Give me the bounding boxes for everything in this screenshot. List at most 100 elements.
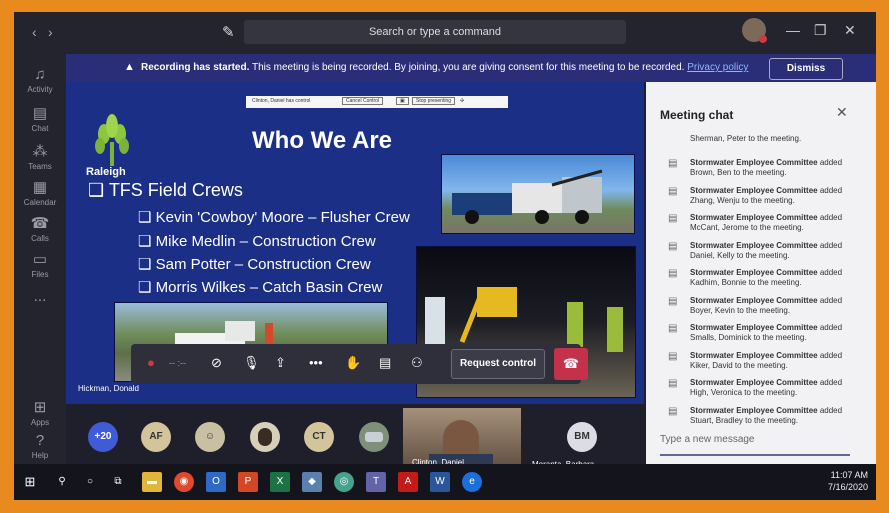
rail-item-teams[interactable]: ⁂ Teams (14, 142, 66, 171)
avatar[interactable] (250, 422, 280, 452)
maximize-icon[interactable]: ❐ (814, 22, 827, 39)
task-view-icon[interactable]: ⧉ (108, 472, 128, 492)
close-chat-icon[interactable]: ✕ (836, 104, 848, 121)
chat-name: Stuart, Bradley (690, 415, 743, 425)
crew-item: ❑ Morris Wilkes – Catch Basin Crew (138, 279, 383, 296)
chat-verb: added (817, 240, 843, 250)
chat-suffix: to the meeting. (732, 360, 788, 370)
record-icon[interactable]: ● (147, 355, 155, 370)
hang-up-button[interactable]: ☎ (554, 348, 588, 380)
search-icon[interactable]: ⚲ (52, 472, 72, 492)
avatar[interactable]: CT (304, 422, 334, 452)
chat-suffix: to the meeting. (734, 250, 790, 260)
edge-legacy-icon[interactable]: ◎ (334, 472, 354, 492)
stop-presenting-button[interactable]: Stop presenting (412, 97, 456, 105)
acrobat-icon[interactable]: A (398, 472, 418, 492)
powerpoint-icon[interactable]: P (238, 472, 258, 492)
chat-suffix: to the meeting. (751, 333, 807, 342)
rail-item-apps[interactable]: ⊞ Apps (14, 398, 66, 427)
rail-label: Apps (30, 418, 50, 427)
excel-icon[interactable]: X (270, 472, 290, 492)
chat-event-icon: ▤ (668, 158, 678, 169)
dismiss-button[interactable]: Dismiss (769, 58, 843, 80)
chat-verb: added (817, 295, 843, 305)
share-icon[interactable]: ⇪ (275, 355, 286, 371)
rail-item-calendar[interactable]: ▦ Calendar (14, 178, 66, 207)
chat-text: Stormwater Employee Committee added Brown… (690, 158, 870, 178)
mic-off-icon[interactable]: 🎙 (243, 355, 260, 371)
chat-name: McCant, Jerome (690, 223, 749, 232)
word-icon[interactable]: W (430, 472, 450, 492)
rail-item-chat[interactable]: ▤ Chat (14, 104, 66, 133)
back-icon[interactable]: ‹ (32, 24, 37, 40)
chat-name: Kadhim, Bonnie (690, 278, 747, 287)
chat-verb: added (817, 378, 843, 387)
minimize-icon[interactable]: — (786, 22, 800, 38)
chat-text: Stormwater Employee Committee added Kadhi… (690, 268, 870, 288)
chat-suffix: to the meeting. (739, 195, 795, 205)
chat-toggle-icon[interactable]: ▤ (379, 355, 391, 371)
bell-icon: ♫ (34, 66, 46, 83)
rail-item-help[interactable]: ? Help (14, 432, 66, 460)
help-icon: ? (35, 432, 45, 449)
teams-taskbar-icon[interactable]: T (366, 472, 386, 492)
avatar[interactable]: ☺ (195, 422, 225, 452)
close-icon[interactable]: ✕ (844, 22, 856, 39)
privacy-policy-link[interactable]: Privacy policy (687, 62, 748, 73)
presenter-label: Hickman, Donald (78, 384, 139, 393)
chat-name: Brown, Ben (690, 168, 732, 177)
forward-icon[interactable]: › (48, 24, 53, 40)
outlook-icon[interactable]: O (206, 472, 226, 492)
chat-sender: Stormwater Employee Committee (690, 378, 818, 387)
overflow-participants[interactable]: +20 (88, 422, 118, 452)
app-icon[interactable]: ◆ (302, 472, 322, 492)
rail-item-activity[interactable]: ♫ Activity (14, 66, 66, 94)
avatar[interactable]: AF (141, 422, 171, 452)
chat-title: Meeting chat (660, 108, 734, 122)
calendar-icon: ▦ (32, 179, 48, 196)
search-input[interactable]: Search or type a command (244, 20, 626, 44)
file-explorer-icon[interactable]: ▬ (142, 472, 162, 492)
message-input[interactable]: Type a new message (660, 434, 850, 456)
chat-suffix: to the meeting. (731, 168, 787, 177)
chat-text: Stormwater Employee Committee added Zhang… (690, 186, 870, 206)
raise-hand-icon[interactable]: ✋ (345, 355, 361, 371)
avatar[interactable] (359, 422, 389, 452)
crew-item: ❑ Sam Potter – Construction Crew (138, 256, 371, 273)
camera-off-icon[interactable]: ⊘ (211, 355, 222, 371)
rail-item-files[interactable]: ▭ Files (14, 250, 66, 279)
avatar[interactable] (742, 18, 767, 43)
teams-window: ‹ › ✎ Search or type a command — ❐ ✕ ♫ Ac… (14, 12, 876, 500)
request-control-button[interactable]: Request control (451, 349, 545, 379)
more-options-icon[interactable]: ••• (309, 355, 323, 370)
phone-icon: ☎ (30, 215, 50, 232)
chat-event-icon: ▤ (668, 240, 678, 252)
rail-label: Calls (31, 234, 49, 243)
cancel-control-button[interactable]: Cancel Control (342, 97, 384, 105)
presenter-control-bar: Clinton, Daniel has control Cancel Contr… (246, 96, 508, 108)
compose-icon[interactable]: ✎ (222, 23, 235, 41)
rail-item-calls[interactable]: ☎ Calls (14, 214, 66, 243)
rail-item-more[interactable]: ... (14, 288, 66, 307)
system-clock[interactable]: 11:07 AM 7/16/2020 (802, 469, 868, 493)
monitor-icon[interactable]: ▣ (396, 97, 409, 105)
chat-sender: Stormwater Employee Committee (690, 185, 818, 195)
chat-sender: Stormwater Employee Committee (690, 240, 818, 250)
pin-icon[interactable]: ✣ (460, 98, 464, 104)
chat-event-icon: ▤ (668, 268, 678, 279)
slide-heading: ❑ TFS Field Crews (88, 180, 243, 200)
windows-start-icon[interactable]: ⊞ (20, 472, 40, 492)
cortana-icon[interactable]: ○ (80, 472, 100, 492)
chat-event-icon: ▤ (668, 323, 678, 334)
chat-sender: Stormwater Employee Committee (690, 323, 818, 332)
chat-sender: Stormwater Employee Committee (690, 268, 818, 277)
chrome-icon[interactable]: ◉ (174, 472, 194, 492)
chat-sender: Stormwater Employee Committee (690, 158, 818, 167)
chat-verb: added (817, 268, 843, 277)
participants-icon[interactable]: ⚇ (411, 355, 423, 371)
edge-icon[interactable]: e (462, 472, 482, 492)
chat-name: High, Veronica (690, 388, 743, 397)
avatar[interactable]: BM (567, 422, 597, 452)
chat-event-icon: ▤ (668, 295, 678, 307)
clock-date: 7/16/2020 (827, 482, 868, 492)
